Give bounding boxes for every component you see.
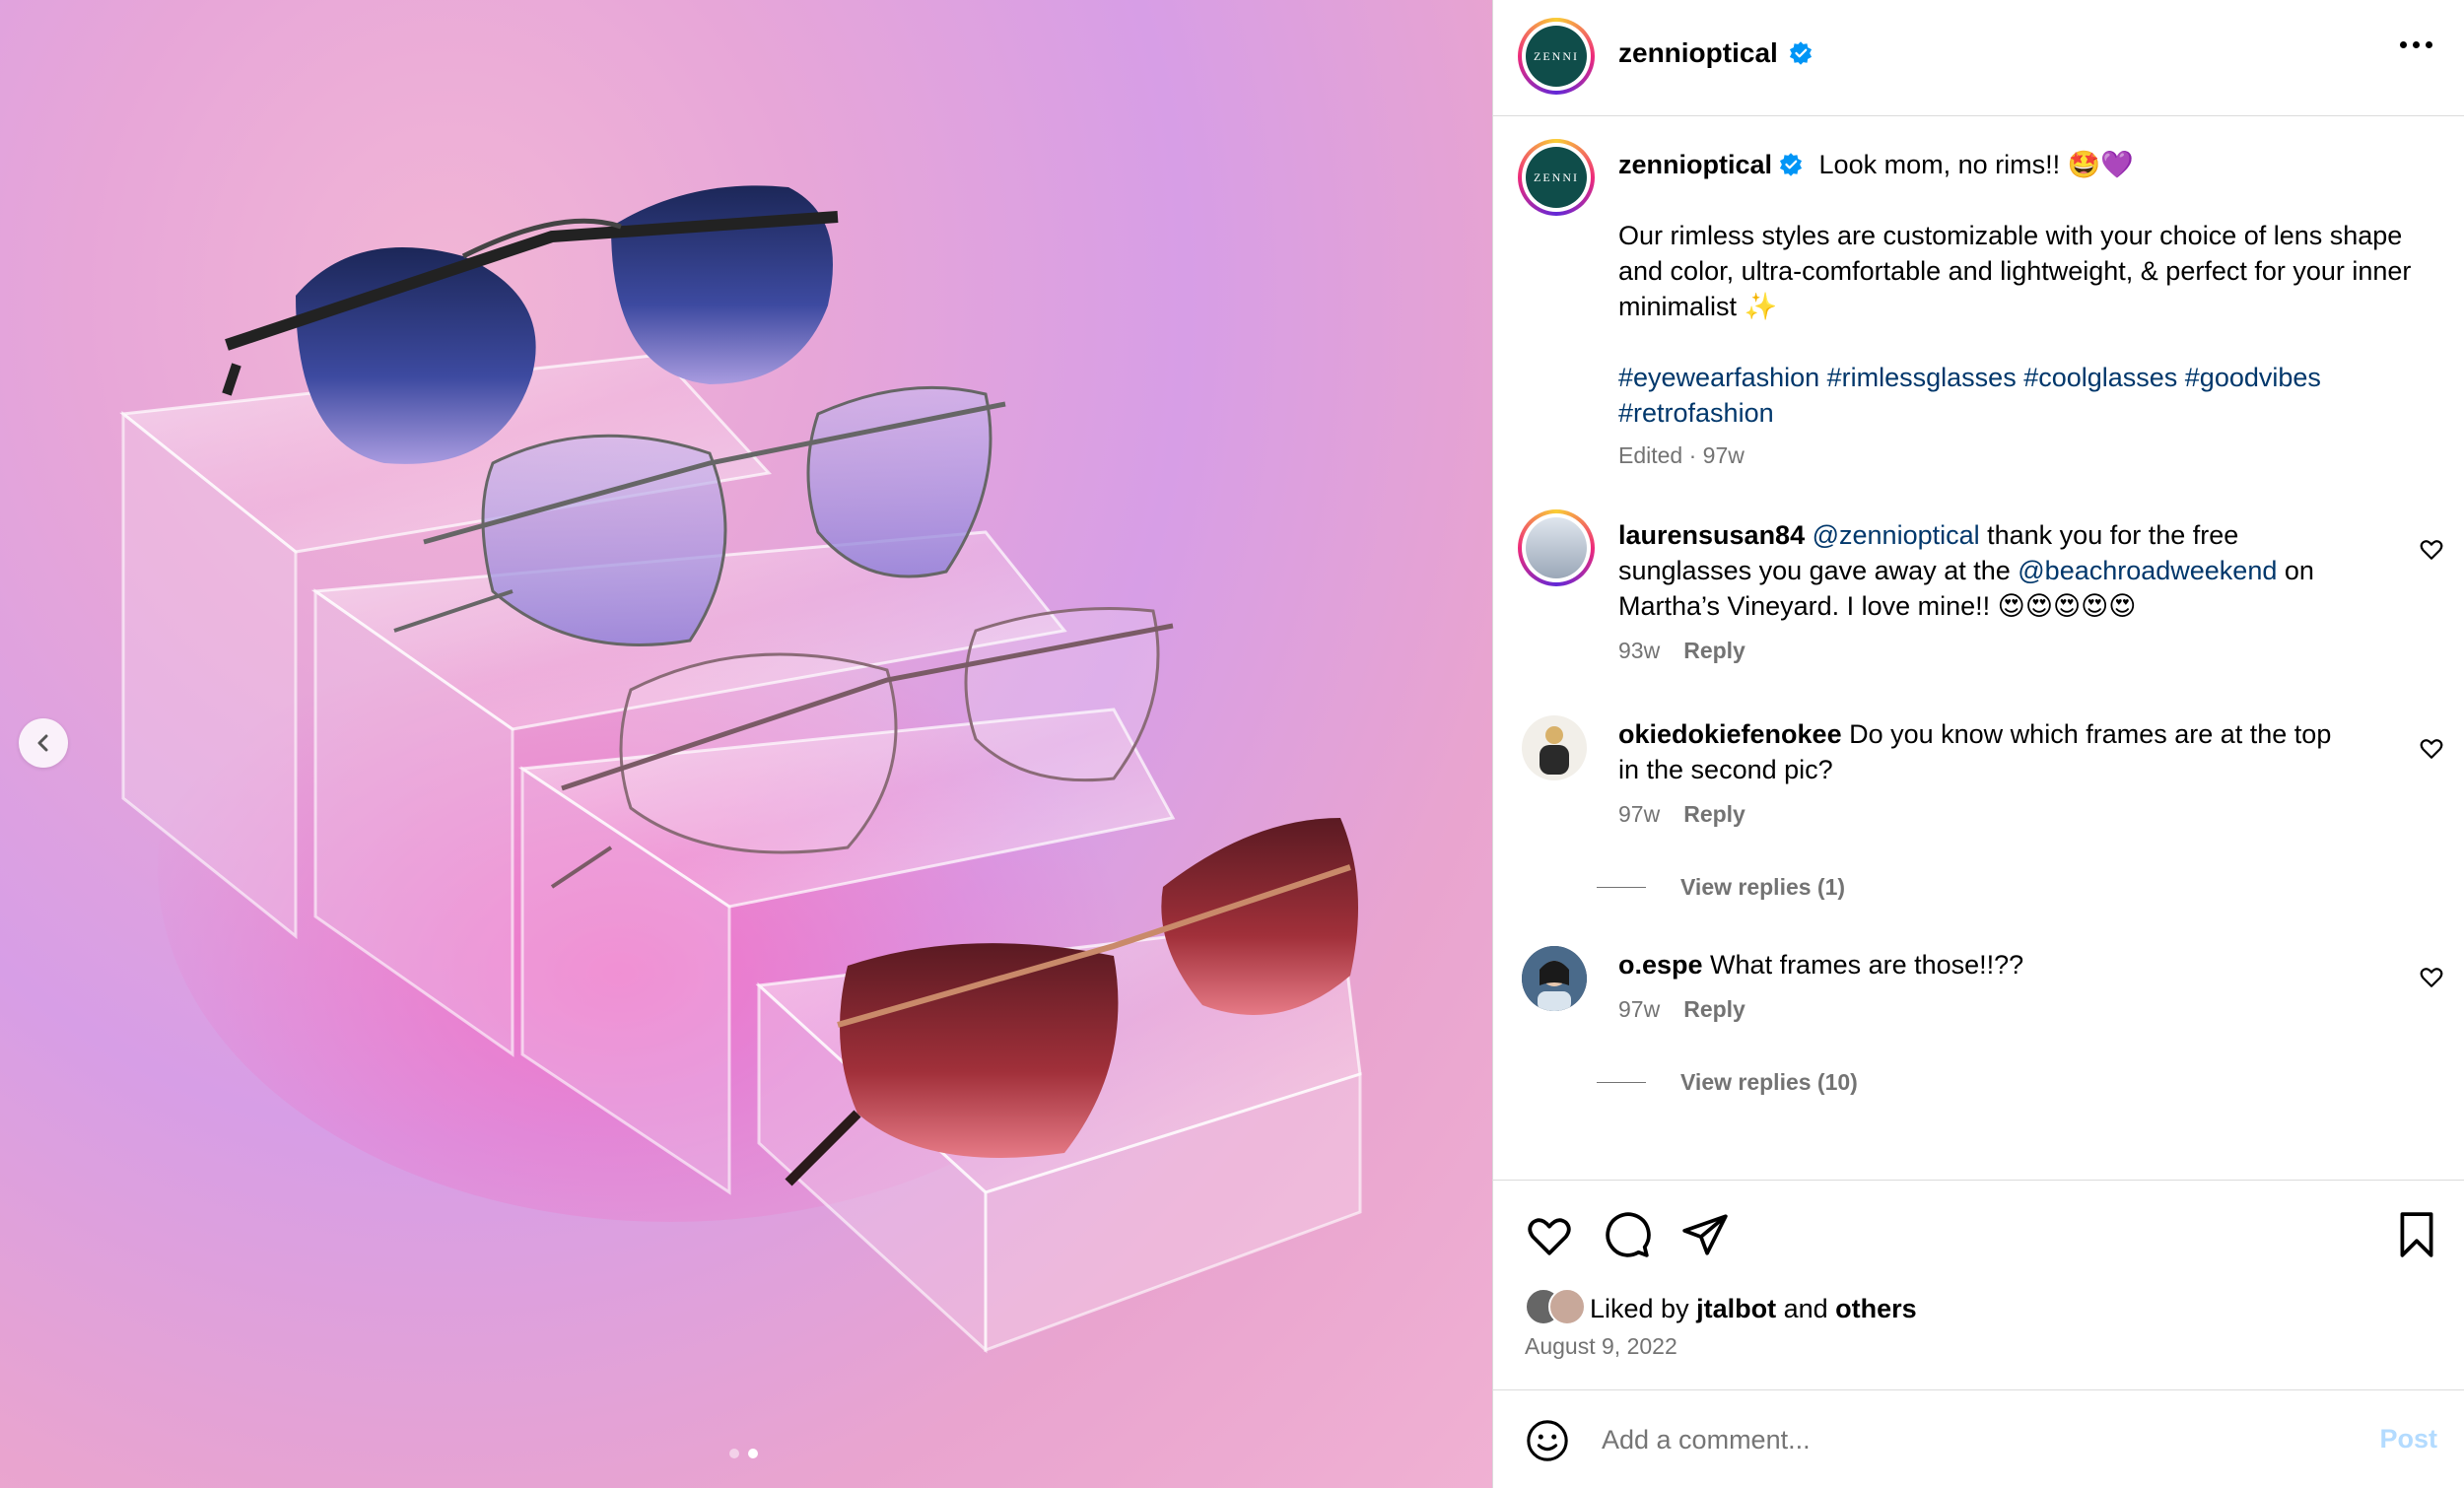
comment-author[interactable]: laurensusan84: [1618, 520, 1805, 550]
like-comment-heart-icon[interactable]: [2419, 735, 2444, 761]
emoji-smiley-icon[interactable]: [1525, 1418, 1570, 1463]
avatar-image: [1522, 946, 1587, 1011]
post-sidebar: ZENNI zennioptical ZENNI zennioptical Lo…: [1492, 0, 2464, 1488]
comment: laurensusan84 @zennioptical thank you fo…: [1618, 517, 2397, 664]
commenter-avatar[interactable]: [1522, 946, 1587, 1011]
reply-button[interactable]: Reply: [1683, 996, 1745, 1022]
comment-author[interactable]: o.espe: [1618, 950, 1703, 980]
comment-composer: Post: [1493, 1389, 2464, 1488]
view-replies-label[interactable]: View replies (1): [1680, 874, 1845, 901]
verified-badge-icon: [1790, 41, 1813, 65]
liked-by-prefix: Liked by: [1590, 1294, 1697, 1323]
verified-badge-icon: [1779, 153, 1803, 176]
previous-slide-button[interactable]: [19, 718, 68, 768]
liked-by-user[interactable]: jtalbot: [1696, 1294, 1776, 1323]
liked-by-avatars: [1525, 1288, 1586, 1327]
commenter-avatar[interactable]: [1522, 715, 1587, 780]
post-comment-button[interactable]: Post: [2379, 1424, 2437, 1454]
like-comment-heart-icon[interactable]: [2419, 536, 2444, 562]
post-actions: Liked by jtalbot and others August 9, 20…: [1493, 1180, 2464, 1389]
mention-link[interactable]: @zennioptical: [1813, 520, 1980, 550]
comment-text: Do you know which frames are at the top: [1841, 719, 2332, 749]
share-paper-plane-icon[interactable]: [1680, 1210, 1730, 1259]
view-replies-button[interactable]: View replies (1): [1597, 874, 1845, 901]
comment-text: thank you for the free: [1979, 520, 2239, 550]
comment-text: on: [2277, 556, 2314, 585]
comments-section: ZENNI zennioptical Look mom, no rims!! 🤩…: [1493, 117, 2464, 1180]
author-avatar[interactable]: ZENNI: [1518, 18, 1595, 95]
caption-author-handle[interactable]: zennioptical: [1618, 150, 1772, 179]
comment-age: 97w: [1618, 801, 1661, 827]
comment: okiedokiefenokee Do you know which frame…: [1618, 716, 2397, 828]
hashtags[interactable]: #eyewearfashion #rimlessglasses #coolgla…: [1618, 360, 2436, 431]
avatar: [1548, 1288, 1586, 1325]
reply-button[interactable]: Reply: [1683, 801, 1745, 827]
liked-by-middle: and: [1776, 1294, 1836, 1323]
caption-meta: Edited · 97w: [1618, 442, 1745, 468]
comment-text: Martha’s Vineyard. I love mine!! 😍😍😍😍😍: [1618, 591, 2137, 621]
save-bookmark-icon[interactable]: [2392, 1210, 2441, 1259]
carousel-dot: [729, 1449, 739, 1458]
comment-text: sunglasses you gave away at the: [1618, 556, 2019, 585]
post-date[interactable]: August 9, 2022: [1525, 1333, 1677, 1360]
comment-age: 93w: [1618, 638, 1661, 663]
liked-by-others[interactable]: others: [1835, 1294, 1917, 1323]
comment-text: What frames are those!!??: [1702, 950, 2024, 980]
comment: o.espe What frames are those!!?? 97w Repl…: [1618, 947, 2397, 1023]
liked-by: Liked by jtalbot and others: [1590, 1291, 1917, 1326]
avatar-image: [1540, 726, 1569, 775]
comment-text: in the second pic?: [1618, 755, 1833, 784]
post-header: ZENNI zennioptical: [1493, 0, 2464, 116]
divider-line: [1597, 1082, 1646, 1083]
zenni-logo: ZENNI: [1526, 26, 1587, 87]
caption-body: Our rimless styles are customizable with…: [1618, 221, 2412, 321]
chevron-left-icon: [37, 734, 48, 752]
caption: zennioptical Look mom, no rims!! 🤩💜 Our …: [1618, 147, 2436, 469]
hashtags-line[interactable]: #eyewearfashion #rimlessglasses #coolgla…: [1618, 360, 2436, 395]
author-handle[interactable]: zennioptical: [1618, 37, 1778, 68]
reply-button[interactable]: Reply: [1683, 638, 1745, 663]
more-options-icon[interactable]: [2400, 41, 2432, 48]
sunglasses-photo: [119, 185, 1362, 1354]
carousel-dots: [729, 1449, 758, 1458]
divider-line: [1597, 887, 1646, 888]
caption-author-avatar[interactable]: ZENNI: [1518, 139, 1595, 216]
commenter-avatar[interactable]: [1518, 509, 1595, 586]
comment-input[interactable]: [1602, 1420, 2292, 1459]
hashtags-line[interactable]: #retrofashion: [1618, 395, 2436, 431]
caption-lead: Look mom, no rims!! 🤩💜: [1818, 150, 2134, 179]
carousel-dot-active: [748, 1449, 758, 1458]
instagram-post: ZENNI zennioptical ZENNI zennioptical Lo…: [0, 0, 2464, 1488]
comment-bubble-icon[interactable]: [1603, 1210, 1652, 1259]
like-heart-icon[interactable]: [1525, 1210, 1574, 1259]
comment-author[interactable]: okiedokiefenokee: [1618, 719, 1842, 749]
like-comment-heart-icon[interactable]: [2419, 964, 2444, 989]
avatar-image: [1526, 517, 1587, 578]
zenni-logo: ZENNI: [1526, 147, 1587, 208]
post-image[interactable]: [0, 0, 1492, 1488]
comment-age: 97w: [1618, 996, 1661, 1022]
view-replies-button[interactable]: View replies (10): [1597, 1069, 1858, 1096]
view-replies-label[interactable]: View replies (10): [1680, 1069, 1858, 1096]
mention-link[interactable]: @beachroadweekend: [2018, 556, 2277, 585]
